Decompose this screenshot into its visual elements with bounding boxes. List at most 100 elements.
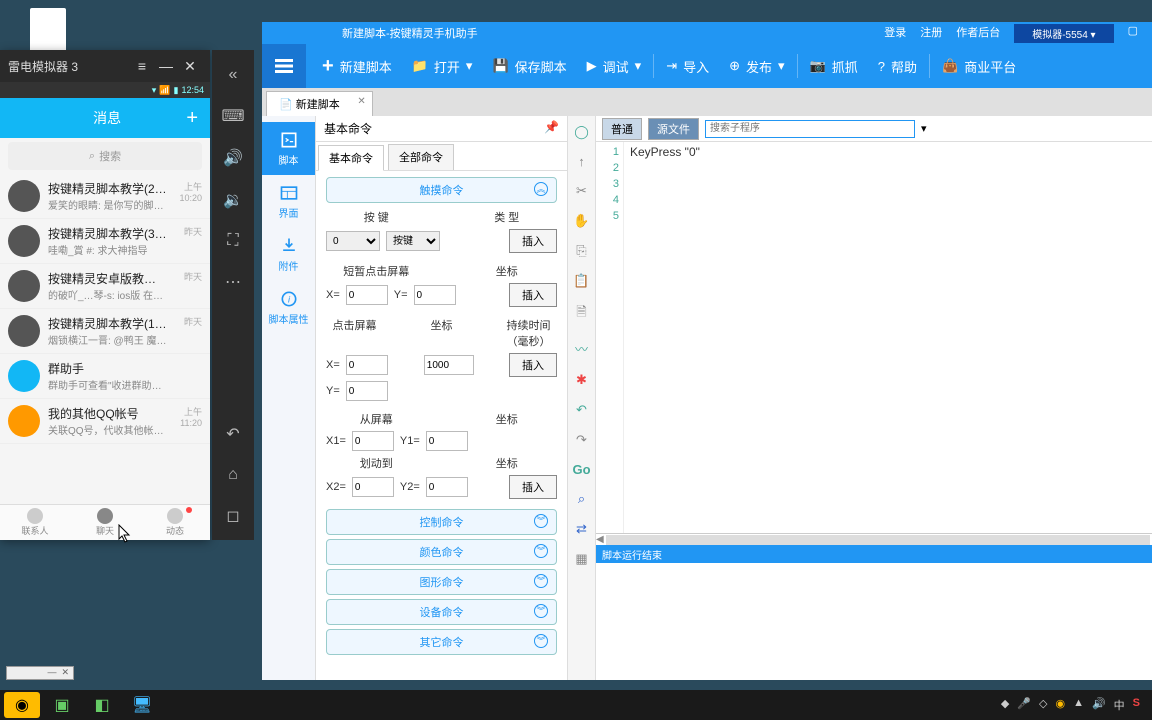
simulator-badge[interactable]: 模拟器-5554 ▾: [1014, 24, 1113, 43]
up-icon[interactable]: ↑: [578, 154, 585, 169]
add-icon[interactable]: +: [186, 107, 198, 130]
x1-input[interactable]: [352, 431, 394, 451]
nav-script[interactable]: 脚本: [262, 122, 315, 175]
tab-contacts[interactable]: 联系人: [0, 505, 70, 540]
more-icon[interactable]: ⋯: [225, 272, 241, 292]
taskbar-app-2[interactable]: ▣: [44, 692, 80, 718]
emulator-close-icon[interactable]: ✕: [178, 58, 202, 75]
publish-button[interactable]: ⊕发布 ▾: [719, 44, 794, 88]
capture-button[interactable]: 📷抓抓: [800, 44, 868, 88]
home-icon[interactable]: ⌂: [228, 466, 238, 484]
doc-icon[interactable]: 🗎: [576, 303, 586, 325]
type-select[interactable]: 按键: [386, 231, 440, 251]
fullscreen-icon[interactable]: ⛶: [227, 232, 238, 250]
nav-ui[interactable]: 界面: [262, 175, 315, 228]
tray-ime[interactable]: 中: [1114, 697, 1125, 713]
tab-feed[interactable]: 动态: [140, 505, 210, 540]
section-other[interactable]: 其它命令︾: [326, 629, 557, 655]
horizontal-scrollbar[interactable]: [606, 535, 1150, 545]
circle-icon[interactable]: ◯: [574, 124, 589, 140]
login-link[interactable]: 登录: [884, 24, 906, 43]
section-touch[interactable]: 触摸命令︽: [326, 177, 557, 203]
duration-input[interactable]: [424, 355, 474, 375]
x-input[interactable]: [346, 285, 388, 305]
document-tab[interactable]: 📄 新建脚本 ✕: [266, 91, 373, 116]
recent-icon[interactable]: ◻: [226, 506, 239, 526]
insert-button[interactable]: 插入: [509, 283, 557, 307]
help-button[interactable]: ?帮助: [868, 44, 927, 88]
author-link[interactable]: 作者后台: [956, 24, 1000, 43]
tray-icon[interactable]: S: [1133, 697, 1140, 713]
taskbar-app-4[interactable]: 🖥: [124, 692, 160, 718]
hand-icon[interactable]: ✋: [573, 213, 589, 229]
new-script-button[interactable]: +新建脚本: [312, 44, 402, 88]
insert-button[interactable]: 插入: [509, 475, 557, 499]
cmd-tab-basic[interactable]: 基本命令: [318, 145, 384, 171]
tray-icon[interactable]: ◉: [1055, 697, 1065, 713]
volume-down-icon[interactable]: 🔉: [223, 190, 243, 210]
section-shape[interactable]: 图形命令︾: [326, 569, 557, 595]
cut-icon[interactable]: ✂: [576, 183, 587, 199]
undo-icon[interactable]: ↶: [576, 402, 587, 418]
nav-props[interactable]: i脚本属性: [262, 281, 315, 334]
y2-input[interactable]: [426, 477, 468, 497]
close-tab-icon[interactable]: ✕: [357, 96, 365, 107]
layout-icon[interactable]: ▦: [575, 551, 587, 567]
collapse-icon[interactable]: «: [229, 66, 238, 84]
tap-y-input[interactable]: [346, 381, 388, 401]
dropdown-icon[interactable]: ▾: [921, 122, 927, 135]
insert-button[interactable]: 插入: [509, 229, 557, 253]
taskbar-app-1[interactable]: ◉: [4, 692, 40, 718]
tray-icon[interactable]: ◇: [1039, 697, 1047, 713]
key-select[interactable]: 0: [326, 231, 380, 251]
back-icon[interactable]: ↶: [226, 424, 239, 444]
open-button[interactable]: 📁打开 ▾: [402, 44, 483, 88]
section-color[interactable]: 颜色命令︾: [326, 539, 557, 565]
section-device[interactable]: 设备命令︾: [326, 599, 557, 625]
y-input[interactable]: [414, 285, 456, 305]
desktop-file-icon[interactable]: [30, 8, 66, 52]
chat-item[interactable]: 按键精灵脚本教学(2)群爱笑的眼睛: 是你写的脚本还是别人…上午10:20: [0, 174, 210, 219]
tray-icon[interactable]: ▲: [1073, 697, 1084, 713]
emulator-minimize-icon[interactable]: —: [154, 58, 178, 74]
paste-icon[interactable]: 📋: [573, 273, 589, 289]
keyboard-icon[interactable]: ⌨: [221, 106, 244, 126]
cmd-tab-all[interactable]: 全部命令: [388, 144, 454, 170]
chat-item[interactable]: 我的其他QQ帐号关联QQ号，代收其他帐号好友消息。上午11:20: [0, 399, 210, 444]
wave-icon[interactable]: 〰: [575, 339, 588, 358]
register-link[interactable]: 注册: [920, 24, 942, 43]
chat-item[interactable]: 按键精灵脚本教学(1)群烟锁横江一晋: @鸭王 魔音，来一个昨天: [0, 309, 210, 354]
section-control[interactable]: 控制命令︾: [326, 509, 557, 535]
redo-icon[interactable]: ↷: [576, 432, 587, 448]
search-subroutine-input[interactable]: [705, 120, 915, 138]
tray-icon[interactable]: 🔊: [1092, 697, 1106, 713]
search-bar[interactable]: ⌕ 搜索: [8, 142, 202, 170]
replace-icon[interactable]: ⇄: [576, 521, 587, 537]
nav-attach[interactable]: 附件: [262, 228, 315, 281]
chat-item[interactable]: 按键精灵脚本教学(3)群哇嘞_賞 #: 求大神指导昨天: [0, 219, 210, 264]
pin-icon[interactable]: 📌: [544, 120, 559, 137]
tap-x-input[interactable]: [346, 355, 388, 375]
save-button[interactable]: 💾保存脚本: [482, 44, 576, 88]
emulator-menu-icon[interactable]: ≡: [130, 58, 154, 74]
import-button[interactable]: ⇥导入: [656, 44, 719, 88]
window-close-icon[interactable]: ▢: [1128, 24, 1138, 43]
normal-view-button[interactable]: 普通: [602, 118, 642, 140]
small-window[interactable]: — ✕: [6, 666, 74, 680]
chat-item[interactable]: 按键精灵安卓版教学VIP的破吖_…琴-s: ios版 在哪里下载啊 各位…昨天: [0, 264, 210, 309]
chat-item[interactable]: 群助手群助手可查看"收进群助手且不提醒"的群…: [0, 354, 210, 399]
x2-input[interactable]: [352, 477, 394, 497]
taskbar-app-3[interactable]: ◧: [84, 692, 120, 718]
y1-input[interactable]: [426, 431, 468, 451]
code-content[interactable]: KeyPress "0": [624, 142, 706, 533]
insert-button[interactable]: 插入: [509, 353, 557, 377]
tray-icon[interactable]: ◆: [1001, 697, 1009, 713]
source-view-button[interactable]: 源文件: [648, 118, 699, 140]
go-icon[interactable]: Go: [572, 462, 590, 477]
find-icon[interactable]: ⌕: [578, 491, 585, 507]
tab-chat[interactable]: 聊天: [70, 505, 140, 540]
business-button[interactable]: 👜商业平台: [932, 44, 1026, 88]
app-logo-icon[interactable]: [262, 44, 306, 88]
star-icon[interactable]: ✱: [576, 372, 587, 388]
copy-icon[interactable]: ⎘: [576, 243, 586, 259]
